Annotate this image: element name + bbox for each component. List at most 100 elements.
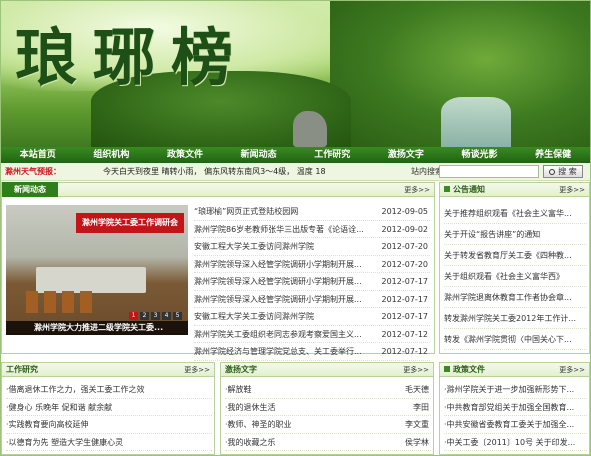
- words-panel-title[interactable]: 激扬文字: [225, 364, 257, 376]
- words-more-link[interactable]: 更多>>: [403, 365, 429, 375]
- work-panel: 工作研究 更多>> ·借离退休工作之力，强关工委工作之效 ·健身心 乐晚年 促和…: [1, 362, 215, 455]
- slide-dot[interactable]: 3: [151, 312, 160, 320]
- nav-item-organization[interactable]: 组织机构: [75, 147, 149, 163]
- news-photo-slideshow[interactable]: 滁州学院关工委工作调研会 1 2 3 4 5 滁州学院大力推进二级学院关工委..…: [6, 205, 188, 335]
- list-item[interactable]: 转发《滁州学院贯彻〈中国关心下...: [444, 329, 587, 350]
- list-item[interactable]: 关于转发省教育厅关工委《四种教...: [444, 245, 587, 266]
- notice-panel-title[interactable]: 公告通知: [453, 185, 485, 194]
- list-item[interactable]: ·我的收藏之乐 侯学林: [225, 434, 431, 451]
- photo-chair: [26, 291, 38, 313]
- work-panel-title[interactable]: 工作研究: [6, 364, 38, 376]
- nav-item-photos[interactable]: 畅谈光影: [443, 147, 517, 163]
- slide-dot[interactable]: 1: [129, 312, 138, 320]
- page: 琅琊榜 本站首页 组织机构 政策文件 新闻动态 工作研究 激扬文字 畅谈光影 养…: [0, 0, 591, 456]
- list-item[interactable]: ·中关工委〔2011〕10号 关于印发...: [444, 434, 587, 451]
- list-item[interactable]: ·中共教育部党组关于加强全国教育...: [444, 399, 587, 416]
- list-item[interactable]: 滁州学院领导深入经管学院调研小学期制开展... 2012-07-17: [194, 291, 430, 308]
- list-item[interactable]: ·中共安徽省委教育工委关于加强全...: [444, 416, 587, 434]
- policy-panel: 政策文件 更多>> ·滁州学院关于进一步加强新形势下... ·中共教育部党组关于…: [439, 362, 590, 455]
- notice-list: 关于推荐组织观看《社会主义富华... 关于开设“报告讲座”的通知 关于转发省教育…: [444, 203, 587, 350]
- news-panel-header: 新闻动态 更多>>: [2, 182, 434, 197]
- news-more-link[interactable]: 更多>>: [404, 185, 430, 195]
- list-item[interactable]: ·健身心 乐晚年 促和谐 献余献: [6, 399, 212, 416]
- list-item[interactable]: 安徽工程大学关工委访问滁州学院 2012-07-20: [194, 238, 430, 256]
- photo-caption[interactable]: 滁州学院大力推进二级学院关工委...: [6, 321, 188, 335]
- site-banner: 琅琊榜: [1, 1, 590, 147]
- news-title: 滁州学院关工委组织老同志参观考察爱国主义...: [194, 329, 362, 339]
- photo-chair: [80, 291, 92, 313]
- notice-more-link[interactable]: 更多>>: [559, 185, 585, 195]
- news-panel: 新闻动态 更多>> 滁州学院关工委工作调研会 1 2 3 4 5 滁州学院大力推…: [1, 182, 435, 361]
- slide-dot[interactable]: 5: [173, 312, 182, 320]
- list-item[interactable]: “琅琊榆”网页正式登陆校园网 2012-09-05: [194, 203, 430, 221]
- work-panel-header: 工作研究 更多>>: [2, 363, 214, 377]
- news-panel-title[interactable]: 新闻动态: [2, 182, 58, 197]
- article-title: ·我的退休生活: [225, 402, 276, 412]
- nav-item-policy[interactable]: 政策文件: [148, 147, 222, 163]
- weather-search-bar: 滁州天气预报： 今天白天到夜里 晴转小雨， 偏东风转东南风3～4级， 温度 18…: [1, 163, 590, 181]
- list-item[interactable]: ·解放鞋 毛天德: [225, 381, 431, 399]
- article-author: 毛天德: [405, 385, 429, 394]
- news-date: 2012-07-20: [381, 242, 429, 251]
- news-title: 安徽工程大学关工委访问滁州学院: [194, 312, 314, 321]
- search-icon: [549, 168, 556, 175]
- article-title: ·我的收藏之乐: [225, 437, 276, 447]
- slideshow-pager: 1 2 3 4 5: [129, 312, 182, 320]
- list-item[interactable]: 滁州学院领导深入经管学院调研小学期制开展... 2012-07-20: [194, 256, 430, 273]
- news-date: 2012-07-17: [381, 312, 429, 321]
- article-title: ·教师、神圣的职业: [225, 420, 292, 429]
- words-panel: 激扬文字 更多>> ·解放鞋 毛天德 ·我的退休生活 李田 ·教师、神圣的职业 李文重…: [220, 362, 434, 455]
- list-item[interactable]: 转发滁州学院关工委2012年工作计...: [444, 308, 587, 329]
- article-title: ·解放鞋: [225, 385, 252, 394]
- list-item[interactable]: 安徽工程大学关工委访问滁州学院 2012-07-17: [194, 308, 430, 326]
- list-item[interactable]: 滁州学院关工委组织老同志参观考察爱国主义... 2012-07-12: [194, 326, 430, 343]
- list-item[interactable]: ·滁州学院关于进一步加强新形势下...: [444, 381, 587, 399]
- photo-chair: [44, 291, 56, 313]
- search-button-label: 搜 索: [558, 167, 577, 176]
- nav-item-health[interactable]: 养生保健: [516, 147, 590, 163]
- policy-more-link[interactable]: 更多>>: [559, 365, 585, 375]
- news-date: 2012-07-12: [381, 347, 429, 356]
- news-title: 滁州学院86岁老教师张华三出版专著《论语诠...: [194, 224, 364, 234]
- news-date: 2012-07-17: [381, 277, 429, 286]
- list-item[interactable]: ·实践教育要向高校延伸: [6, 416, 212, 434]
- main-nav: 本站首页 组织机构 政策文件 新闻动态 工作研究 激扬文字 畅谈光影 养生保健: [1, 147, 590, 163]
- news-date: 2012-07-20: [381, 259, 429, 269]
- work-list: ·借离退休工作之力，强关工委工作之效 ·健身心 乐晚年 促和谐 献余献 ·实践教…: [6, 381, 212, 451]
- list-item[interactable]: 滁州学院86岁老教师张华三出版专著《论语诠... 2012-09-02: [194, 221, 430, 238]
- list-item[interactable]: ·教师、神圣的职业 李文重: [225, 416, 431, 434]
- article-author: 侯学林: [405, 437, 429, 447]
- policy-panel-header: 政策文件 更多>>: [440, 363, 589, 377]
- list-item[interactable]: ·借离退休工作之力，强关工委工作之效: [6, 381, 212, 399]
- photo-chair: [62, 291, 74, 313]
- list-item[interactable]: 关于组织观看《社会主义富华西》: [444, 266, 587, 287]
- news-title: “琅琊榆”网页正式登陆校园网: [194, 207, 299, 216]
- news-list: “琅琊榆”网页正式登陆校园网 2012-09-05 滁州学院86岁老教师张华三出版…: [194, 203, 430, 361]
- policy-panel-title[interactable]: 政策文件: [453, 365, 485, 374]
- list-item[interactable]: 滁州学院退离休教育工作者协会章...: [444, 287, 587, 308]
- slide-dot[interactable]: 2: [140, 312, 149, 320]
- list-item[interactable]: 关于开设“报告讲座”的通知: [444, 224, 587, 245]
- slide-dot[interactable]: 4: [162, 312, 171, 320]
- search-input[interactable]: [439, 165, 539, 178]
- weather-text: 今天白天到夜里 晴转小雨， 偏东风转东南风3～4级， 温度 18: [103, 167, 326, 176]
- search-button[interactable]: 搜 索: [543, 165, 583, 178]
- article-author: 李田: [413, 402, 429, 412]
- notice-panel-header: 公告通知 更多>>: [440, 183, 589, 197]
- list-item[interactable]: ·我的退休生活 李田: [225, 399, 431, 416]
- site-logo[interactable]: 琅琊榜: [15, 7, 249, 97]
- list-item[interactable]: 关于推荐组织观看《社会主义富华...: [444, 203, 587, 224]
- nav-item-news[interactable]: 新闻动态: [222, 147, 296, 163]
- news-date: 2012-09-05: [381, 207, 429, 216]
- work-more-link[interactable]: 更多>>: [184, 365, 210, 375]
- nav-item-home[interactable]: 本站首页: [1, 147, 75, 163]
- list-item[interactable]: 滁州学院领导深入经管学院调研小学期制开展... 2012-07-17: [194, 273, 430, 291]
- nav-item-work-research[interactable]: 工作研究: [296, 147, 370, 163]
- list-item[interactable]: ·以德育为先 塑造大学生健康心灵: [6, 434, 212, 451]
- list-item[interactable]: 滁州学院经济与管理学院党总支、关工委举行... 2012-07-12: [194, 343, 430, 361]
- news-title: 安徽工程大学关工委访问滁州学院: [194, 242, 314, 251]
- words-panel-header: 激扬文字 更多>>: [221, 363, 433, 377]
- nav-item-words[interactable]: 激扬文字: [369, 147, 443, 163]
- bullet-icon: [444, 186, 450, 192]
- photo-meeting-table: [36, 267, 146, 293]
